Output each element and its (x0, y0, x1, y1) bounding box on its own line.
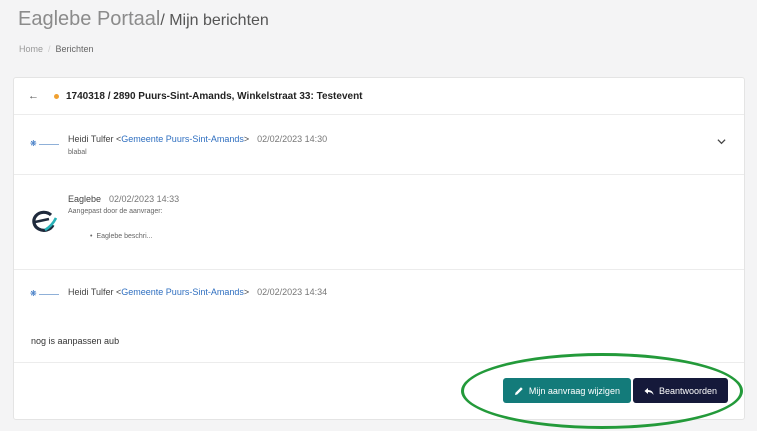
message-sender: Heidi Tulfer < (68, 134, 122, 144)
sender-organisation-link[interactable]: Gemeente Puurs-Sint-Amands (121, 287, 244, 297)
page-title: Eaglebe Portaal/ Mijn berichten (18, 8, 269, 31)
sender-org-close: > (243, 287, 250, 297)
thread-header: ← 1740318 / 2890 Puurs-Sint-Amands, Wink… (14, 78, 744, 115)
breadcrumb-separator: / (48, 44, 51, 54)
eaglebe-logo-icon (32, 210, 57, 232)
sender-organisation-link[interactable]: Gemeente Puurs-Sint-Amands (121, 134, 244, 144)
message-sender-line: Heidi Tulfer <Gemeente Puurs-Sint-Amands… (68, 287, 327, 297)
reply-label: Beantwoorden (658, 385, 717, 396)
message-date: 02/02/2023 14:33 (109, 194, 180, 204)
municipality-logo-icon: ❋ (30, 140, 60, 148)
message-thread-card: ← 1740318 / 2890 Puurs-Sint-Amands, Wink… (13, 77, 745, 420)
edit-request-label: Mijn aanvraag wijzigen (528, 385, 620, 396)
reply-icon (644, 387, 654, 395)
thread-actions: Mijn aanvraag wijzigen Beantwoorden (502, 378, 728, 403)
list-item: Eaglebe beschri... (90, 233, 152, 240)
page-title-main: Eaglebe Portaal (18, 8, 161, 30)
sender-org-close: > (243, 134, 250, 144)
breadcrumb-home[interactable]: Home (19, 44, 43, 54)
message-date: 02/02/2023 14:34 (257, 287, 328, 297)
chevron-down-icon[interactable] (717, 137, 726, 146)
reply-button[interactable]: Beantwoorden (632, 378, 728, 403)
thread-subject: 1740318 / 2890 Puurs-Sint-Amands, Winkel… (66, 90, 363, 102)
message-preview: blabal (68, 149, 87, 156)
message-item[interactable]: ❋ Heidi Tulfer <Gemeente Puurs-Sint-Aman… (14, 115, 744, 175)
municipality-logo-icon: ❋ (30, 290, 60, 298)
message-preview: Aangepast door de aanvrager: (68, 208, 163, 215)
message-body: nog is aanpassen aub (31, 336, 120, 346)
message-item[interactable]: ❋ Heidi Tulfer <Gemeente Puurs-Sint-Aman… (14, 270, 744, 363)
message-date: 02/02/2023 14:30 (257, 134, 328, 144)
page-title-sub: / Mijn berichten (160, 12, 269, 29)
back-arrow-icon[interactable]: ← (28, 90, 42, 102)
message-item[interactable]: Eaglebe 02/02/2023 14:33 Aangepast door d… (14, 175, 744, 270)
pencil-icon (514, 386, 523, 395)
status-dot-icon (54, 93, 59, 99)
message-sender-line: Heidi Tulfer <Gemeente Puurs-Sint-Amands… (68, 134, 327, 144)
breadcrumb: Home / Berichten (19, 44, 94, 54)
edit-request-button[interactable]: Mijn aanvraag wijzigen (502, 378, 631, 403)
breadcrumb-current: Berichten (55, 44, 94, 54)
message-sender: Eaglebe (68, 194, 102, 204)
message-sender: Heidi Tulfer < (68, 287, 122, 297)
message-sender-line: Eaglebe 02/02/2023 14:33 (68, 194, 179, 204)
